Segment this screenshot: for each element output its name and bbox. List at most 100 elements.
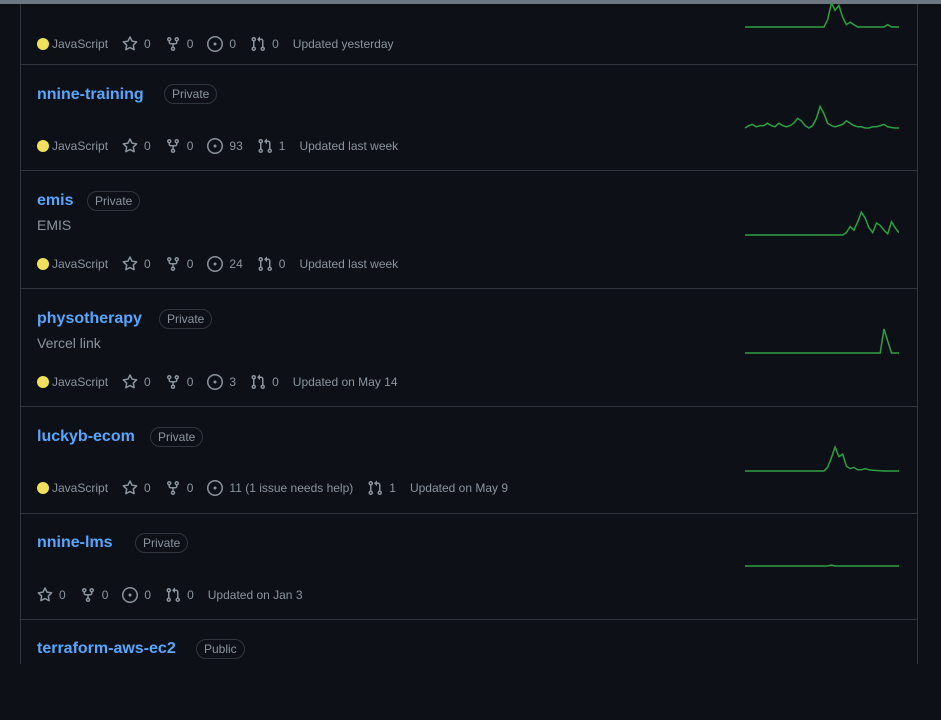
language-color-dot xyxy=(37,376,49,388)
activity-line xyxy=(745,210,899,236)
updated-time: Updated on May 14 xyxy=(292,375,398,389)
issues-link[interactable]: 0 xyxy=(207,36,236,52)
repo-name-link[interactable]: nnine-training xyxy=(37,85,144,105)
issues-count: 3 xyxy=(229,375,237,389)
issue-opened-icon xyxy=(207,36,224,52)
activity-line xyxy=(745,328,899,354)
stars-count: 0 xyxy=(144,257,151,271)
issue-opened-icon xyxy=(207,374,224,390)
forks-link[interactable]: 0 xyxy=(165,138,194,154)
forks-link[interactable]: 0 xyxy=(165,480,193,496)
pull-request-icon xyxy=(166,587,181,603)
activity-sparkline xyxy=(745,564,899,567)
updated-time: Updated last week xyxy=(299,139,399,153)
activity-sparkline xyxy=(745,104,899,129)
stars-link[interactable]: 0 xyxy=(122,374,151,390)
pulls-link[interactable]: 1 xyxy=(367,480,396,496)
stars-count: 0 xyxy=(144,375,151,389)
issue-opened-icon xyxy=(207,256,224,272)
repo-name-link[interactable]: terraform-aws-ec2 xyxy=(37,639,176,659)
visibility-badge: Private xyxy=(135,533,189,553)
activity-sparkline xyxy=(745,210,899,236)
fork-icon xyxy=(166,37,179,52)
pulls-link[interactable]: 0 xyxy=(165,587,194,603)
language: JavaScript xyxy=(37,481,108,495)
issues-count: 93 xyxy=(229,139,243,153)
pulls-count: 0 xyxy=(272,37,279,51)
repo-item: luckyb-ecom Private JavaScript 0 0 11 (1… xyxy=(21,407,917,514)
issues-count: 0 xyxy=(229,37,237,51)
stars-link[interactable]: 0 xyxy=(122,138,151,154)
fork-icon xyxy=(166,257,179,272)
pulls-link[interactable]: 1 xyxy=(257,138,285,154)
visibility-badge: Private xyxy=(159,309,213,329)
forks-count: 0 xyxy=(186,375,194,389)
repo-name-link[interactable]: emis xyxy=(37,191,73,211)
pulls-count: 0 xyxy=(187,588,194,602)
forks-count: 0 xyxy=(186,139,194,153)
stars-link[interactable]: 0 xyxy=(122,480,151,496)
repo-name-link[interactable]: physotherapy xyxy=(37,309,142,329)
updated-time: Updated last week xyxy=(299,257,399,271)
language-color-dot xyxy=(37,38,49,50)
language: JavaScript xyxy=(37,139,108,153)
fork-icon xyxy=(166,375,179,390)
repo-meta: 0 0 0 0 Updated on Jan 3 xyxy=(37,586,317,604)
repo-item: JavaScript 0 0 0 0 Updated yesterday xyxy=(21,0,917,65)
repo-meta: JavaScript 0 0 24 0 Updated last week xyxy=(37,255,412,273)
forks-count: 0 xyxy=(186,37,194,51)
updated-time: Updated yesterday xyxy=(292,37,394,51)
issues-link[interactable]: 24 xyxy=(207,256,243,272)
language-label: JavaScript xyxy=(52,481,109,495)
pull-request-icon xyxy=(258,256,272,272)
repo-meta: JavaScript 0 0 11 (1 issue needs help) 1… xyxy=(37,479,522,497)
repo-meta: JavaScript 0 0 93 1 Updated last week xyxy=(37,137,412,155)
repo-name-link[interactable]: luckyb-ecom xyxy=(37,427,135,447)
star-icon xyxy=(122,256,138,271)
repo-meta: JavaScript 0 0 3 0 Updated on May 14 xyxy=(37,373,412,391)
forks-count: 0 xyxy=(186,257,194,271)
forks-link[interactable]: 0 xyxy=(80,587,108,603)
issues-link[interactable]: 0 xyxy=(122,587,151,603)
language-color-dot xyxy=(37,482,49,494)
language-label: JavaScript xyxy=(52,37,109,51)
repo-name-link[interactable]: nnine-lms xyxy=(37,533,113,553)
pulls-count: 0 xyxy=(272,375,279,389)
stars-link[interactable]: 0 xyxy=(122,36,151,52)
issue-opened-icon xyxy=(207,138,224,154)
language-label: JavaScript xyxy=(52,375,109,389)
star-icon xyxy=(122,138,138,153)
updated-time: Updated on May 9 xyxy=(409,481,509,495)
repo-item: nnine-lms Private 0 0 0 0 Updated on Jan… xyxy=(21,514,917,620)
stars-link[interactable]: 0 xyxy=(37,587,66,603)
pulls-link[interactable]: 0 xyxy=(250,36,279,52)
pull-request-icon xyxy=(258,138,272,154)
activity-sparkline xyxy=(745,0,899,28)
star-icon xyxy=(122,36,138,51)
issues-count: 0 xyxy=(144,588,152,602)
language: JavaScript xyxy=(37,257,108,271)
fork-icon xyxy=(81,588,94,603)
pull-request-icon xyxy=(251,36,266,52)
activity-sparkline xyxy=(745,328,899,354)
issues-link[interactable]: 93 xyxy=(207,138,243,154)
pulls-link[interactable]: 0 xyxy=(257,256,286,272)
language-color-dot xyxy=(37,140,49,152)
issues-link[interactable]: 11 (1 issue needs help) xyxy=(207,480,353,496)
pulls-count: 1 xyxy=(389,481,396,495)
language-color-dot xyxy=(37,258,49,270)
visibility-badge: Private xyxy=(164,84,218,104)
repo-item: terraform-aws-ec2 Public xyxy=(21,620,917,720)
issues-link[interactable]: 3 xyxy=(207,374,236,390)
forks-link[interactable]: 0 xyxy=(165,374,194,390)
pulls-link[interactable]: 0 xyxy=(250,374,279,390)
fork-icon xyxy=(166,481,179,496)
language-label: JavaScript xyxy=(52,139,109,153)
forks-link[interactable]: 0 xyxy=(165,256,194,272)
activity-line xyxy=(745,444,899,472)
forks-link[interactable]: 0 xyxy=(165,36,194,52)
visibility-badge: Private xyxy=(87,191,141,211)
pulls-count: 0 xyxy=(278,257,286,271)
issue-opened-icon xyxy=(207,480,224,496)
stars-link[interactable]: 0 xyxy=(122,256,151,272)
